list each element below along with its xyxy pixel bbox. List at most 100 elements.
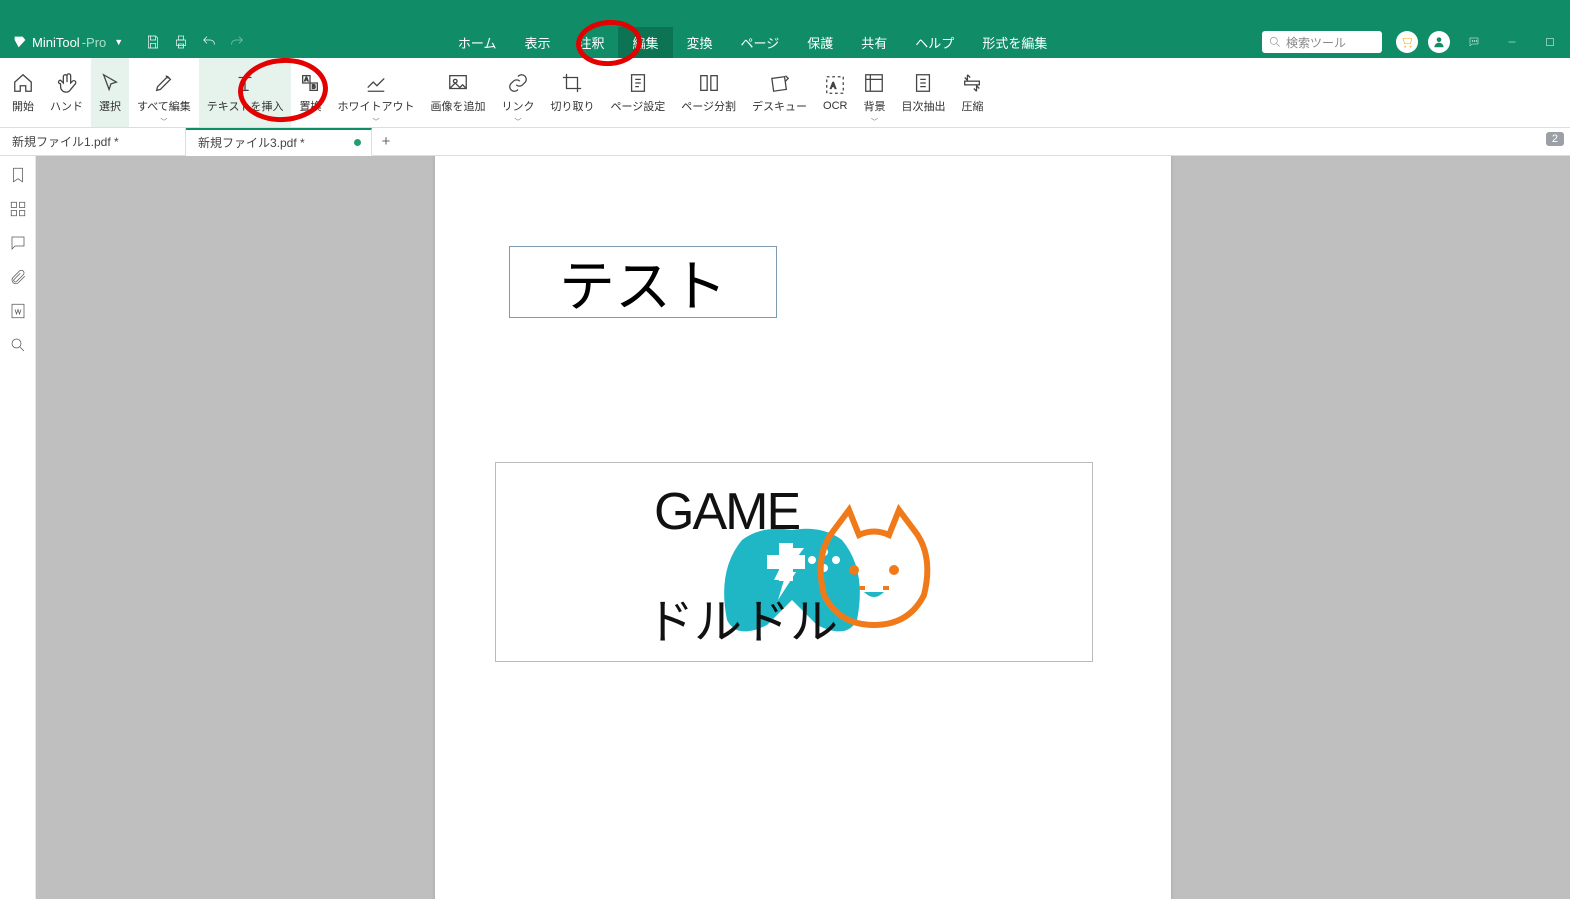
thumbnails-icon[interactable] — [9, 200, 27, 218]
svg-text:A: A — [305, 77, 309, 83]
crop-icon — [561, 72, 583, 94]
tool-label: ホワイトアウト — [337, 98, 414, 114]
tool-label: すべて編集 — [137, 98, 191, 114]
left-sidepanel — [0, 156, 36, 899]
tab-file-1[interactable]: 新規ファイル1.pdf * — [0, 128, 186, 156]
redo-button[interactable] — [223, 28, 251, 56]
tab-label: 新規ファイル3.pdf * — [198, 134, 305, 151]
tool-page-split[interactable]: ページ分割 — [673, 58, 744, 127]
app-name-suffix: -Pro — [82, 35, 107, 50]
tab-file-2[interactable]: 新規ファイル3.pdf * — [186, 128, 372, 156]
tool-compress[interactable]: 圧縮 — [953, 58, 991, 127]
tool-label: 目次抽出 — [901, 98, 945, 114]
edit-all-icon — [153, 72, 175, 94]
bookmark-icon[interactable] — [9, 166, 27, 184]
tool-label: 開始 — [12, 98, 34, 114]
inserted-text-box[interactable]: テスト — [509, 246, 777, 318]
logo-text-top: GAME — [654, 482, 799, 542]
add-image-icon — [447, 72, 469, 94]
tool-label: OCR — [823, 100, 847, 112]
insert-text-icon — [234, 72, 256, 94]
menu-view[interactable]: 表示 — [510, 27, 564, 58]
feedback-button[interactable] — [1460, 28, 1488, 56]
window-titlebar — [0, 0, 1570, 26]
workspace: テスト GAME ドルドル — [0, 156, 1570, 899]
menu-edit[interactable]: 編集 — [618, 27, 672, 58]
save-button[interactable] — [139, 28, 167, 56]
page-canvas[interactable]: テスト GAME ドルドル — [36, 156, 1570, 899]
tool-label: ページ設定 — [610, 98, 665, 114]
start-icon — [12, 72, 34, 94]
new-tab-button[interactable]: + — [372, 133, 400, 150]
logo-graphic: GAME ドルドル — [654, 482, 934, 642]
tool-start[interactable]: 開始 — [4, 58, 42, 127]
tool-ocr[interactable]: A OCR — [815, 58, 855, 127]
menu-convert[interactable]: 変換 — [673, 27, 727, 58]
main-menu: ホーム 表示 注釈 編集 変換 ページ 保護 共有 ヘルプ 形式を編集 — [251, 27, 1254, 58]
tab-label: 新規ファイル1.pdf * — [12, 133, 119, 150]
tool-whiteout[interactable]: ホワイトアウト — [329, 58, 422, 127]
inserted-image-box[interactable]: GAME ドルドル — [495, 462, 1093, 662]
tool-insert-text[interactable]: テキストを挿入 — [199, 58, 292, 127]
search-panel-icon[interactable] — [9, 336, 27, 354]
page-setup-icon — [627, 72, 649, 94]
titlebar-right — [1396, 28, 1564, 56]
tool-label: ページ分割 — [681, 98, 736, 114]
comments-icon[interactable] — [9, 234, 27, 252]
tool-label: ハンド — [50, 98, 83, 114]
print-button[interactable] — [167, 28, 195, 56]
unsaved-dot-icon — [354, 139, 361, 146]
tool-crop[interactable]: 切り取り — [542, 58, 602, 127]
select-icon — [99, 72, 121, 94]
compress-icon — [961, 72, 983, 94]
edit-toolbar: 開始ハンド選択すべて編集テキストを挿入AB置換ホワイトアウト画像を追加リンク切り… — [0, 58, 1570, 128]
menu-page[interactable]: ページ — [727, 27, 794, 58]
tool-add-image[interactable]: 画像を追加 — [422, 58, 493, 127]
replace-icon: AB — [299, 72, 321, 94]
tool-deskew[interactable]: デスキュー — [744, 58, 815, 127]
tool-link[interactable]: リンク — [493, 58, 542, 127]
svg-text:B: B — [312, 84, 316, 90]
tool-edit-all[interactable]: すべて編集 — [129, 58, 199, 127]
svg-text:A: A — [831, 81, 837, 90]
account-button[interactable] — [1428, 31, 1450, 53]
tool-label: 選択 — [99, 98, 121, 114]
attachments-icon[interactable] — [9, 268, 27, 286]
whiteout-icon — [365, 72, 387, 94]
search-icon — [1268, 35, 1282, 49]
page-split-icon — [698, 72, 720, 94]
tool-label: リンク — [501, 98, 534, 114]
app-name: MiniTool — [32, 35, 80, 50]
ocr-icon: A — [824, 74, 846, 96]
tool-background[interactable]: 背景 — [855, 58, 893, 127]
menubar: MiniTool-Pro ▼ ホーム 表示 注釈 編集 変換 ページ 保護 共有… — [0, 26, 1570, 58]
menu-share[interactable]: 共有 — [847, 27, 901, 58]
app-logo[interactable]: MiniTool-Pro ▼ — [6, 34, 129, 50]
tool-hand[interactable]: ハンド — [42, 58, 91, 127]
menu-protect[interactable]: 保護 — [793, 27, 847, 58]
link-icon — [507, 72, 529, 94]
deskew-icon — [769, 72, 791, 94]
tool-page-setup[interactable]: ページ設定 — [602, 58, 673, 127]
menu-edit-format[interactable]: 形式を編集 — [968, 27, 1061, 58]
tool-toc-extract[interactable]: 目次抽出 — [893, 58, 953, 127]
tool-label: デスキュー — [752, 98, 807, 114]
word-export-icon[interactable] — [9, 302, 27, 320]
maximize-button[interactable] — [1536, 28, 1564, 56]
tool-label: 切り取り — [550, 98, 594, 114]
menu-home[interactable]: ホーム — [444, 27, 511, 58]
menu-annotate[interactable]: 注釈 — [564, 27, 618, 58]
tool-label: 置換 — [299, 98, 321, 114]
tool-replace[interactable]: AB 置換 — [291, 58, 329, 127]
menu-help[interactable]: ヘルプ — [901, 27, 968, 58]
tool-label: 圧縮 — [961, 98, 983, 114]
minimize-button[interactable] — [1498, 28, 1526, 56]
tool-select[interactable]: 選択 — [91, 58, 129, 127]
cart-button[interactable] — [1396, 31, 1418, 53]
undo-button[interactable] — [195, 28, 223, 56]
tool-search[interactable]: 検索ツール — [1262, 31, 1382, 53]
app-menu-chevron-icon[interactable]: ▼ — [114, 37, 123, 47]
pdf-page[interactable]: テスト GAME ドルドル — [435, 156, 1171, 899]
toc-extract-icon — [912, 72, 934, 94]
app-icon — [12, 34, 28, 50]
